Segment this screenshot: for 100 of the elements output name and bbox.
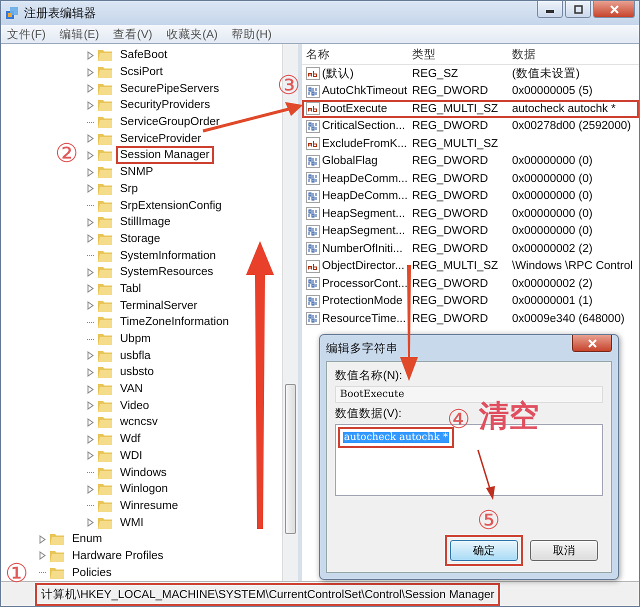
close-button[interactable] (593, 1, 635, 18)
expand-arrow-icon[interactable] (87, 184, 94, 194)
value-row[interactable]: HeapDeComm... REG_DWORD 0x00000000 (0) (302, 188, 639, 205)
expand-arrow-icon[interactable] (87, 351, 94, 360)
tree-item[interactable]: Winlogon (116, 480, 172, 498)
tree-item[interactable]: Winresume (116, 496, 182, 515)
tree-item[interactable]: Policies (68, 564, 116, 582)
tree-item[interactable]: SafeBoot (116, 46, 172, 64)
expand-arrow-icon[interactable] (87, 84, 94, 94)
step-number: ① (5, 559, 28, 589)
close-icon (610, 4, 618, 14)
expand-arrow-icon[interactable] (87, 134, 94, 144)
expand-arrow-icon[interactable] (87, 234, 94, 244)
menu-item[interactable]: 查看(V) (113, 26, 152, 42)
folder-icon (97, 165, 113, 180)
tree-item[interactable]: StillImage (116, 213, 174, 232)
expand-arrow-icon[interactable] (87, 434, 94, 444)
expand-arrow-icon[interactable] (87, 68, 94, 77)
maximize-button[interactable] (565, 1, 591, 18)
cancel-button[interactable]: 取消 (530, 540, 598, 561)
expand-arrow-icon[interactable] (87, 418, 94, 427)
value-row[interactable]: ProtectionMode REG_DWORD 0x00000001 (1) (302, 292, 639, 310)
value-row[interactable]: HeapSegment... REG_DWORD 0x00000000 (0) (302, 205, 639, 222)
tree-item[interactable]: VAN (116, 380, 147, 398)
value-row[interactable]: ProcessorCont... REG_DWORD 0x00000002 (2) (302, 275, 639, 292)
folder-icon (49, 532, 65, 546)
value-row[interactable]: ResourceTime... REG_DWORD 0x0009e340 (648000) (302, 310, 639, 328)
value-row[interactable]: ExcludeFromK... REG_MULTI_SZ (302, 135, 639, 152)
tree-item[interactable]: Srp (116, 180, 142, 198)
tree-item[interactable]: ServiceProvider (116, 130, 206, 148)
tree-item[interactable]: Enum (68, 530, 106, 548)
expand-arrow-icon[interactable] (39, 551, 46, 560)
expand-arrow-icon[interactable] (39, 534, 46, 544)
folder-icon (97, 466, 113, 480)
menu-item[interactable]: 文件(F) (7, 26, 46, 42)
column-header[interactable]: 数据 (512, 46, 536, 62)
tree-item[interactable]: SecurePipeServers (116, 80, 224, 98)
tree-item[interactable]: Tabl (116, 280, 146, 298)
tree-item[interactable]: Session Manager (116, 146, 214, 164)
minimize-button[interactable] (537, 1, 563, 18)
value-row[interactable]: CriticalSection... REG_DWORD 0x00278d00 (2592000) (302, 118, 639, 135)
tree-item[interactable]: Wdf (116, 430, 144, 448)
expand-arrow-icon[interactable] (87, 384, 94, 394)
value-type: REG_DWORD (412, 312, 490, 325)
value-row[interactable]: ObjectDirector... REG_MULTI_SZ \Windows \RPC Control (302, 258, 639, 275)
tree-item[interactable]: usbfla (116, 346, 155, 365)
expand-arrow-icon[interactable] (87, 168, 94, 177)
tree-item[interactable]: TimeZoneInformation (116, 313, 233, 332)
value-data: 0x00000001 (1) (512, 295, 593, 308)
value-data: 0x00278d00 (2592000) (512, 120, 631, 132)
expand-arrow-icon[interactable] (87, 268, 94, 277)
folder-icon (97, 315, 113, 330)
tree-item[interactable]: Video (116, 396, 154, 415)
expand-arrow-icon[interactable] (87, 50, 94, 60)
menu-item[interactable]: 编辑(E) (60, 26, 100, 42)
tree-item[interactable]: Windows (116, 464, 171, 482)
value-name: HeapDeComm... (322, 190, 408, 202)
value-row[interactable]: AutoChkTimeout REG_DWORD 0x00000005 (5) (302, 82, 639, 100)
tree-item[interactable]: Ubpm (116, 330, 155, 348)
menu-item[interactable]: 帮助(H) (232, 26, 272, 42)
tree-item[interactable]: SystemResources (116, 263, 218, 282)
expand-arrow-icon[interactable] (87, 518, 94, 528)
tree-item[interactable]: TerminalServer (116, 296, 202, 315)
string-value-icon (306, 137, 320, 150)
expand-arrow-icon[interactable] (87, 301, 94, 310)
expand-arrow-icon[interactable] (87, 218, 94, 227)
expand-arrow-icon[interactable] (87, 451, 94, 460)
value-row[interactable]: NumberOfIniti... REG_DWORD 0x00000002 (2) (302, 240, 639, 258)
tree-item[interactable]: SecurityProviders (116, 96, 214, 114)
value-row[interactable]: HeapDeComm... REG_DWORD 0x00000000 (0) (302, 170, 639, 188)
expand-arrow-icon[interactable] (87, 150, 94, 160)
expand-arrow-icon[interactable] (87, 284, 94, 294)
tree-item[interactable]: WMI (116, 514, 148, 532)
column-header[interactable]: 名称 (302, 46, 412, 62)
expand-arrow-icon[interactable] (87, 484, 94, 494)
folder-icon (97, 182, 113, 196)
tree-item[interactable]: wcncsv (116, 413, 162, 432)
tree-item[interactable]: SrpExtensionConfig (116, 196, 226, 215)
value-row[interactable]: (默认) REG_SZ (数值未设置) (302, 65, 639, 82)
expand-arrow-icon[interactable] (87, 368, 94, 377)
column-header[interactable]: 类型 (412, 46, 512, 62)
folder-icon (97, 516, 113, 530)
tree-item[interactable]: ScsiPort (116, 63, 167, 82)
folder-icon (97, 482, 113, 496)
tree-item[interactable]: ServiceGroupOrder (116, 113, 224, 132)
tree-item[interactable]: WDI (116, 446, 146, 465)
tree-item[interactable]: Storage (116, 230, 164, 248)
menu-item[interactable]: 收藏夹(A) (166, 26, 218, 42)
folder-icon (49, 548, 65, 563)
tree-item[interactable]: usbsto (116, 363, 158, 382)
value-row[interactable]: GlobalFlag REG_DWORD 0x00000000 (0) (302, 152, 639, 170)
expand-arrow-icon[interactable] (87, 401, 94, 410)
expand-arrow-icon[interactable] (87, 100, 94, 110)
value-row[interactable]: HeapSegment... REG_DWORD 0x00000000 (0) (302, 222, 639, 240)
tree-item[interactable]: SNMP (116, 163, 158, 182)
close-button[interactable] (572, 335, 612, 352)
value-row[interactable]: BootExecute REG_MULTI_SZ autocheck autochk * (302, 100, 639, 118)
tree-item[interactable]: SystemInformation (116, 246, 220, 265)
tree-item[interactable]: Hardware Profiles (68, 546, 168, 565)
ok-button[interactable]: 确定 (450, 540, 518, 561)
